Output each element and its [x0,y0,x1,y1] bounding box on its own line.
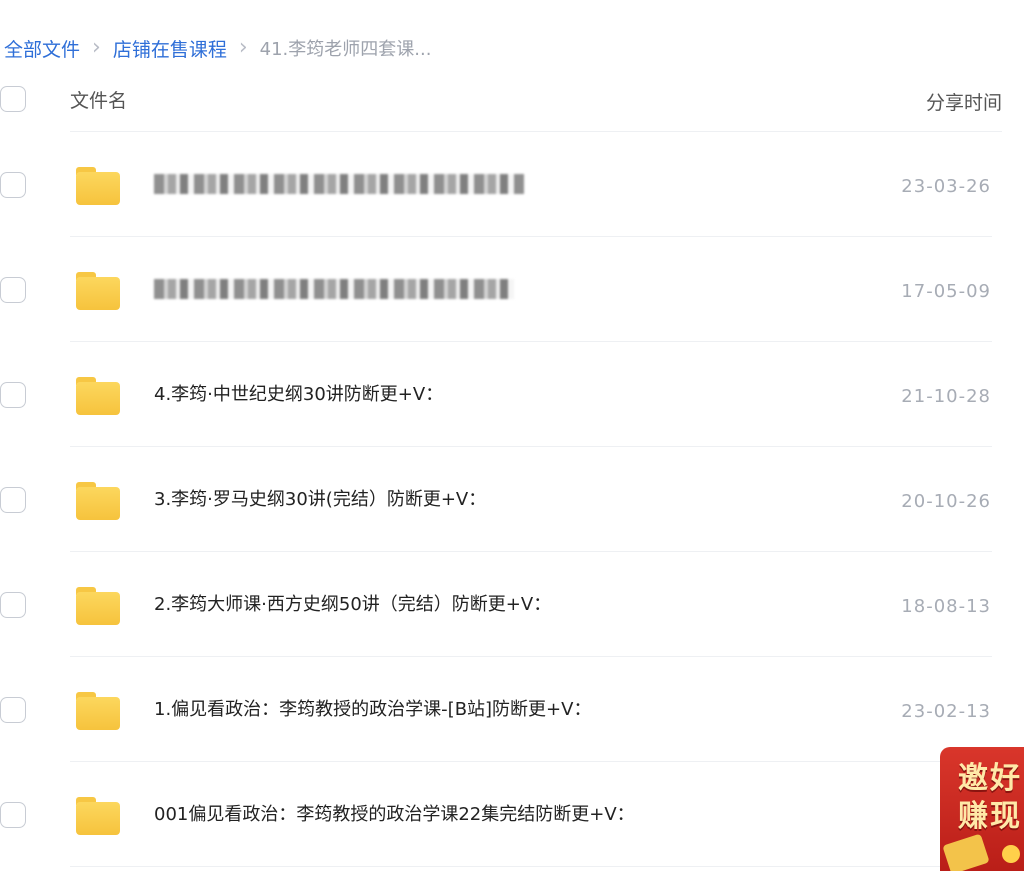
column-header-share-time[interactable]: 分享时间 [926,88,1002,115]
row-checkbox[interactable] [0,277,26,303]
file-name[interactable]: 001偏见看政治：李筠教授的政治学课22集完结防断更+V： [154,800,635,826]
file-row[interactable]: 23-03-26 [0,132,1024,237]
row-checkbox[interactable] [0,172,26,198]
folder-icon-body [76,382,120,415]
row-checkbox[interactable] [0,592,26,618]
folder-icon [76,377,120,415]
row-checkbox[interactable] [0,802,26,828]
folder-icon-body [76,697,120,730]
file-name-redacted[interactable] [154,279,514,299]
file-name-redacted[interactable] [154,174,524,194]
breadcrumb: 全部文件 › 店铺在售课程 › 41.李筠老师四套课... [4,34,431,62]
file-name[interactable]: 4.李筠·中世纪史纲30讲防断更+V： [154,380,443,406]
folder-icon [76,692,120,730]
list-header: 文件名 分享时间 [0,80,1024,120]
share-date: 20-10-26 [901,491,991,512]
breadcrumb-all-files[interactable]: 全部文件 [4,35,80,62]
file-row[interactable]: 1.偏见看政治：李筠教授的政治学课-[B站]防断更+V： 23-02-13 [0,657,1024,762]
row-checkbox[interactable] [0,487,26,513]
file-row[interactable]: 001偏见看政治：李筠教授的政治学课22集完结防断更+V：23-0 [0,762,1024,867]
row-divider [70,866,992,867]
folder-icon-body [76,592,120,625]
select-all-checkbox[interactable] [0,86,26,112]
share-date: 18-08-13 [901,596,991,617]
file-browser: 全部文件 › 店铺在售课程 › 41.李筠老师四套课... 文件名 分享时间 2… [0,0,1024,871]
chevron-right-icon: › [238,35,248,60]
breadcrumb-current: 41.李筠老师四套课... [259,39,432,60]
file-name[interactable]: 2.李筠大师课·西方史纲50讲（完结）防断更+V： [154,590,551,616]
folder-icon-body [76,487,120,520]
file-name[interactable]: 1.偏见看政治：李筠教授的政治学课-[B站]防断更+V： [154,695,591,721]
coin-icon [1002,845,1020,863]
breadcrumb-store-courses[interactable]: 店铺在售课程 [113,35,227,62]
file-list: 23-03-26 17-05-09 4.李筠·中世纪史纲30讲防断更+V： 21-10… [0,132,1024,867]
red-envelope-icon [942,833,990,871]
row-checkbox[interactable] [0,382,26,408]
share-date: 17-05-09 [901,281,991,302]
folder-icon [76,272,120,310]
promo-line-2: 赚现 [958,799,1022,834]
file-row[interactable]: 2.李筠大师课·西方史纲50讲（完结）防断更+V： 18-08-13 [0,552,1024,657]
file-row[interactable]: 3.李筠·罗马史纲30讲(完结）防断更+V： 20-10-26 [0,447,1024,552]
folder-icon [76,587,120,625]
chevron-right-icon: › [92,35,101,60]
share-date: 23-02-13 [901,701,991,722]
folder-icon-body [76,802,120,835]
file-name[interactable]: 3.李筠·罗马史纲30讲(完结）防断更+V： [154,485,486,511]
share-date: 23-03-26 [901,176,991,197]
row-checkbox[interactable] [0,697,26,723]
file-row[interactable]: 17-05-09 [0,237,1024,342]
folder-icon [76,797,120,835]
folder-icon [76,482,120,520]
column-header-name[interactable]: 文件名 [70,86,127,113]
file-row[interactable]: 4.李筠·中世纪史纲30讲防断更+V： 21-10-28 [0,342,1024,447]
folder-icon [76,167,120,205]
share-date: 21-10-28 [901,386,991,407]
invite-promo-badge[interactable]: 邀好 赚现 [940,747,1024,871]
folder-icon-body [76,172,120,205]
folder-icon-body [76,277,120,310]
